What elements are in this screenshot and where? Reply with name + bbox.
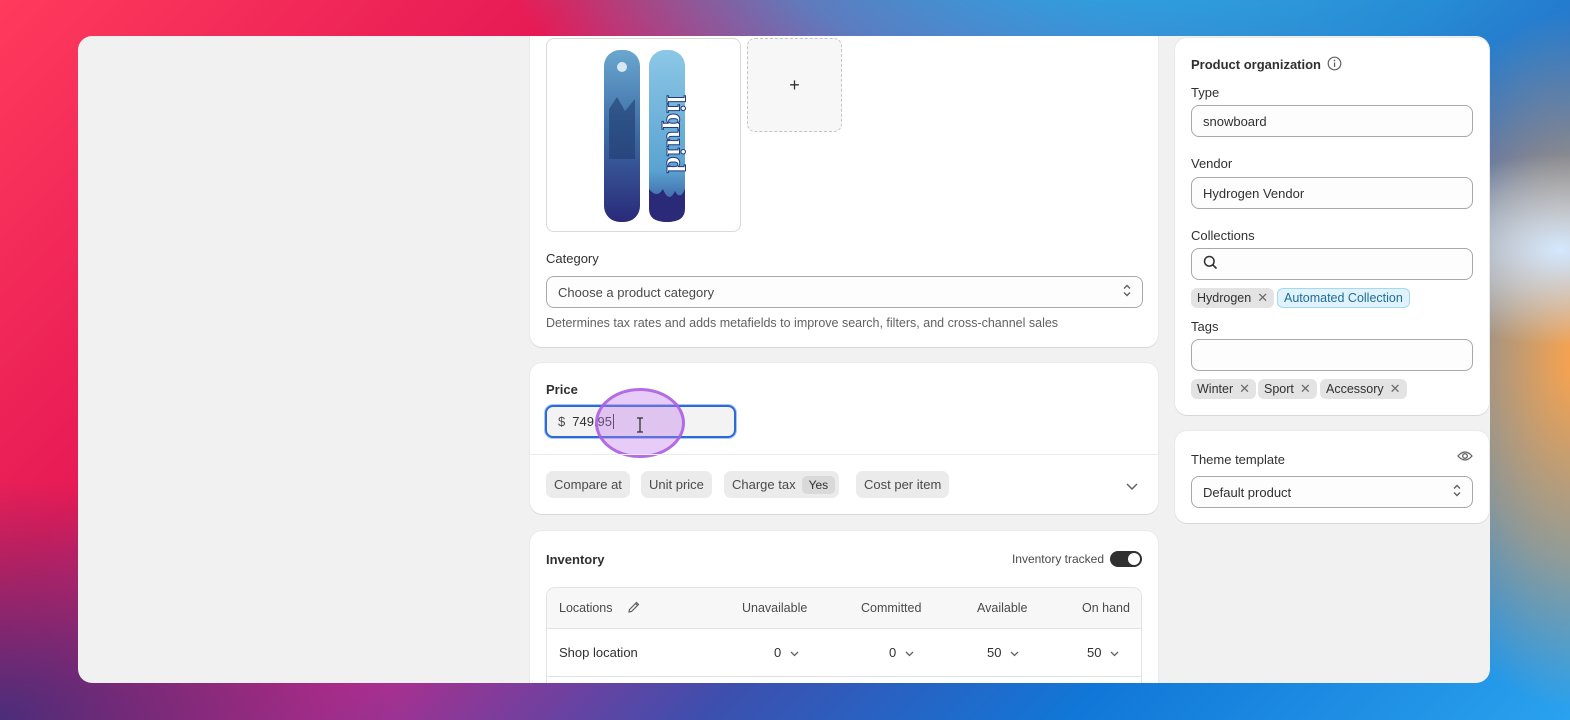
- inventory-card: Inventory Inventory tracked Locations Un…: [530, 531, 1158, 683]
- compare-at-label: Compare at: [554, 477, 622, 492]
- vendor-label: Vendor: [1191, 156, 1233, 171]
- price-card: Price $ 749.95 Compare at Unit price Cha…: [530, 363, 1158, 514]
- charge-tax-chip[interactable]: Charge tax Yes: [724, 471, 840, 498]
- category-select[interactable]: Choose a product category: [546, 276, 1143, 308]
- inventory-tracked-label: Inventory tracked: [1011, 552, 1104, 566]
- unit-price-label: Unit price: [649, 477, 704, 492]
- col-on-hand: On hand: [1082, 601, 1130, 615]
- tags-label: Tags: [1191, 319, 1219, 334]
- charge-tax-label: Charge tax: [732, 477, 796, 492]
- type-label: Type: [1191, 85, 1220, 100]
- close-icon[interactable]: ✕: [1390, 381, 1401, 397]
- svg-text:liquid: liquid: [661, 95, 690, 174]
- tag-label: Accessory: [1326, 382, 1384, 396]
- cost-per-item-chip[interactable]: Cost per item: [856, 471, 950, 498]
- inventory-tracked-toggle[interactable]: [1110, 551, 1142, 567]
- category-placeholder: Choose a product category: [558, 284, 715, 300]
- compare-at-chip[interactable]: Compare at: [546, 471, 630, 498]
- price-divider: [530, 454, 1158, 455]
- unit-price-chip[interactable]: Unit price: [641, 471, 712, 498]
- app-window: liquid + Category Choose a product categ…: [78, 36, 1490, 683]
- product-organization-card: Product organization Type snowboard Vend…: [1175, 38, 1489, 415]
- on-hand-value: 50: [1087, 645, 1102, 660]
- vendor-input[interactable]: Hydrogen Vendor: [1191, 177, 1473, 209]
- tag-label: Winter: [1197, 382, 1234, 396]
- eye-icon[interactable]: [1457, 449, 1473, 467]
- close-icon[interactable]: ✕: [1239, 381, 1250, 397]
- media-category-card: liquid + Category Choose a product categ…: [530, 36, 1158, 347]
- tag-sport: Sport ✕: [1258, 379, 1317, 399]
- inventory-title: Inventory: [546, 552, 605, 567]
- info-icon[interactable]: [1327, 56, 1342, 76]
- pencil-icon[interactable]: [627, 600, 641, 619]
- inventory-table-header: Locations Unavailable Committed Availabl…: [547, 588, 1141, 629]
- collections-search-input[interactable]: [1191, 248, 1473, 280]
- tag-label: Sport: [1264, 382, 1294, 396]
- product-image[interactable]: liquid: [546, 38, 741, 232]
- cost-per-item-label: Cost per item: [864, 477, 942, 492]
- collection-tag-hydrogen: Hydrogen ✕: [1191, 288, 1275, 308]
- tags-input[interactable]: [1191, 339, 1473, 371]
- toggle-knob: [1128, 553, 1140, 565]
- available-value: 50: [987, 645, 1002, 660]
- search-icon: [1203, 255, 1218, 273]
- collection-tag-automated: Automated Collection: [1277, 288, 1410, 308]
- vendor-value: Hydrogen Vendor: [1203, 185, 1305, 201]
- tag-winter: Winter ✕: [1191, 379, 1257, 399]
- chevron-down-icon: [1110, 645, 1119, 660]
- theme-template-card: Theme template Default product: [1175, 431, 1489, 523]
- add-media-button[interactable]: +: [747, 38, 842, 132]
- close-icon[interactable]: ✕: [1257, 290, 1268, 306]
- close-icon[interactable]: ✕: [1300, 381, 1311, 397]
- text-cursor-icon: [636, 417, 644, 438]
- theme-template-value: Default product: [1203, 484, 1292, 500]
- type-value: snowboard: [1203, 113, 1267, 129]
- available-dropdown[interactable]: 50: [987, 645, 1019, 660]
- collections-label: Collections: [1191, 228, 1255, 243]
- plus-icon: +: [789, 74, 800, 95]
- charge-tax-value: Yes: [801, 475, 836, 494]
- unavailable-value: 0: [774, 645, 782, 660]
- theme-template-select[interactable]: Default product: [1191, 476, 1473, 508]
- theme-template-title: Theme template: [1191, 452, 1285, 467]
- collection-tag-label: Hydrogen: [1197, 291, 1252, 305]
- on-hand-dropdown[interactable]: 50: [1087, 645, 1119, 660]
- type-input[interactable]: snowboard: [1191, 105, 1473, 137]
- currency-symbol: $: [558, 414, 566, 429]
- snowboard-image: liquid: [604, 50, 691, 222]
- col-unavailable: Unavailable: [742, 601, 808, 615]
- col-locations: Locations: [559, 601, 613, 615]
- inventory-table: Locations Unavailable Committed Availabl…: [546, 587, 1142, 683]
- chevron-down-icon: [1010, 645, 1019, 660]
- category-label: Category: [546, 251, 599, 266]
- table-row: Shop location 0 0 50 50: [547, 629, 1141, 677]
- chevron-updown-icon: [1122, 284, 1132, 301]
- chevron-down-icon[interactable]: [1126, 478, 1138, 496]
- location-name: Shop location: [559, 645, 638, 660]
- chevron-updown-icon: [1452, 484, 1462, 501]
- price-label: Price: [546, 382, 578, 397]
- unavailable-dropdown[interactable]: 0: [774, 645, 799, 660]
- committed-dropdown[interactable]: 0: [889, 645, 914, 660]
- chevron-down-icon: [790, 645, 799, 660]
- col-committed: Committed: [861, 601, 922, 615]
- category-helper-text: Determines tax rates and adds metafields…: [546, 316, 1059, 330]
- collection-tag-label: Automated Collection: [1284, 291, 1403, 305]
- tag-accessory: Accessory ✕: [1320, 379, 1407, 399]
- col-available: Available: [977, 601, 1028, 615]
- chevron-down-icon: [905, 645, 914, 660]
- organization-title: Product organization: [1191, 57, 1321, 72]
- committed-value: 0: [889, 645, 897, 660]
